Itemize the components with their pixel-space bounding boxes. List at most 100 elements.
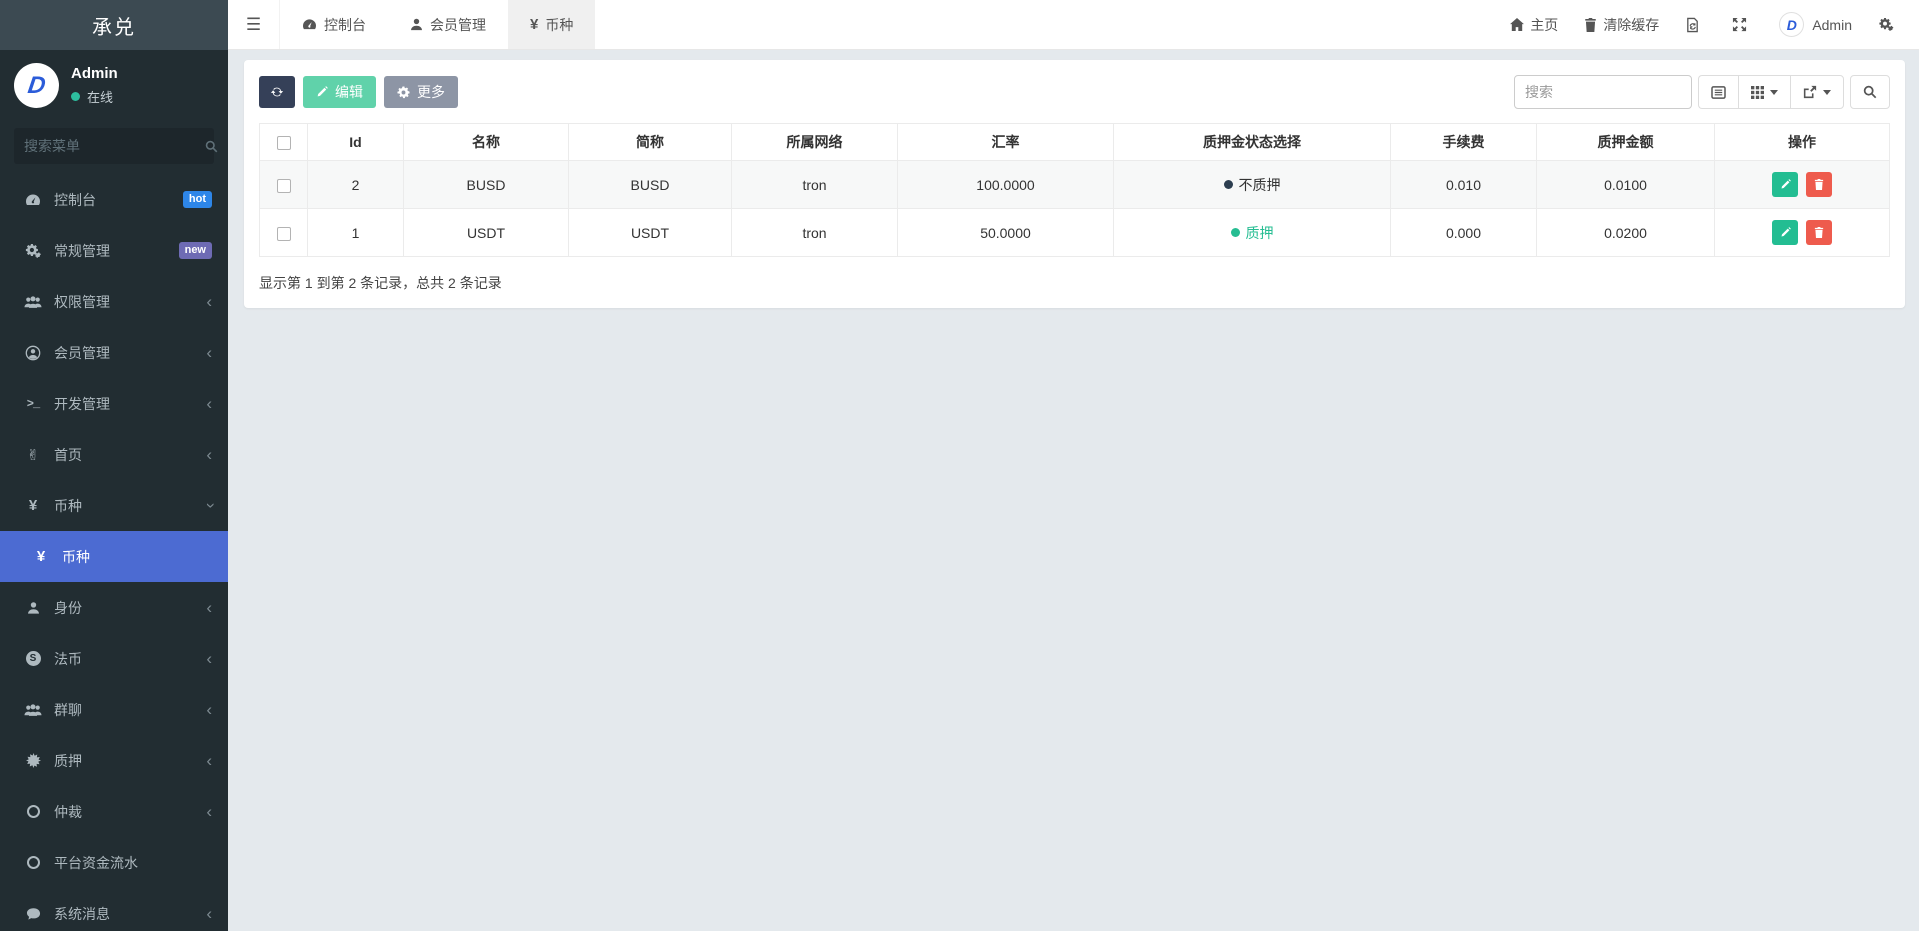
sidebar-item-label: 群聊 <box>54 700 82 720</box>
refresh-icon <box>270 85 284 99</box>
currency-table: Id 名称 简称 所属网络 汇率 质押金状态选择 手续费 质押金额 操作 2 B… <box>259 123 1890 257</box>
cell-actions <box>1715 209 1890 257</box>
table-row[interactable]: 2 BUSD BUSD tron 100.0000 不质押 0.010 0.01… <box>260 161 1890 209</box>
navbar-right: 主页 清除缓存 D Admin <box>1484 0 1919 49</box>
edit-button[interactable]: 编辑 <box>303 76 376 108</box>
chevron-left-icon: ‹ <box>206 701 212 718</box>
user-icon <box>20 601 46 615</box>
tab-member[interactable]: 会员管理 <box>388 0 508 49</box>
record-summary: 显示第 1 到第 2 条记录，总共 2 条记录 <box>259 273 1890 293</box>
sidebar-search <box>14 128 214 164</box>
export-button[interactable] <box>1790 75 1844 109</box>
select-all-checkbox[interactable] <box>277 136 291 150</box>
tab-currency[interactable]: ¥ 币种 <box>508 0 595 49</box>
table-search-input[interactable] <box>1514 75 1692 109</box>
chevron-left-icon: ‹ <box>206 395 212 412</box>
dashboard-icon <box>302 18 317 31</box>
sidebar-item-system-message[interactable]: 系统消息 ‹ <box>0 888 228 931</box>
top-navbar: ☰ 控制台 会员管理 ¥ 币种 主页 <box>228 0 1919 50</box>
fullscreen-icon <box>1732 17 1747 32</box>
online-dot-icon <box>71 92 80 101</box>
status-dot-icon <box>1224 180 1233 189</box>
new-badge: new <box>179 242 212 259</box>
cell-deposit: 0.0200 <box>1537 209 1715 257</box>
sidebar-item-currency[interactable]: ¥ 币种 ‹ <box>0 480 228 531</box>
sidebar-item-label: 法币 <box>54 649 82 669</box>
user-status-label: 在线 <box>87 87 113 106</box>
view-toggle-button[interactable] <box>1698 75 1738 109</box>
row-select-cell <box>260 161 308 209</box>
yen-icon: ¥ <box>28 548 54 565</box>
sidebar-item-home[interactable]: ✌ 首页 ‹ <box>0 429 228 480</box>
clear-cache-link[interactable]: 清除缓存 <box>1584 15 1659 35</box>
sidebar-item-fiat[interactable]: S 法币 ‹ <box>0 633 228 684</box>
sidebar-subitem-currency[interactable]: ¥ 币种 <box>0 531 228 582</box>
user-status: 在线 <box>71 87 118 106</box>
search-submit-button[interactable] <box>1850 75 1890 109</box>
sidebar-item-label: 币种 <box>54 496 82 516</box>
more-button[interactable]: 更多 <box>384 76 458 108</box>
chevron-left-icon: ‹ <box>206 344 212 361</box>
user-icon <box>410 18 423 31</box>
file-sync-button[interactable] <box>1685 17 1706 33</box>
cell-network: tron <box>732 209 898 257</box>
sidebar-item-auth[interactable]: 权限管理 ‹ <box>0 276 228 327</box>
edit-row-button[interactable] <box>1772 172 1798 197</box>
export-icon <box>1803 85 1817 99</box>
status-dot-icon <box>1231 228 1240 237</box>
sidebar-item-member[interactable]: 会员管理 ‹ <box>0 327 228 378</box>
sidebar-item-groupchat[interactable]: 群聊 ‹ <box>0 684 228 735</box>
table-row[interactable]: 1 USDT USDT tron 50.0000 质押 0.000 0.0200 <box>260 209 1890 257</box>
refresh-button[interactable] <box>259 76 295 108</box>
select-all-cell <box>260 124 308 161</box>
tab-console[interactable]: 控制台 <box>280 0 388 49</box>
sidebar-search-input[interactable] <box>24 138 205 154</box>
gear-icon <box>397 86 410 99</box>
avatar[interactable]: D <box>14 63 59 108</box>
column-header-network: 所属网络 <box>732 124 898 161</box>
search-icon <box>205 140 218 153</box>
main-content: 编辑 更多 <box>228 50 1919 931</box>
chevron-left-icon: ‹ <box>206 599 212 616</box>
home-link[interactable]: 主页 <box>1510 15 1558 35</box>
sidebar-item-label: 首页 <box>54 445 82 465</box>
sidebar-item-arbitration[interactable]: 仲裁 ‹ <box>0 786 228 837</box>
sidebar-item-identity[interactable]: 身份 ‹ <box>0 582 228 633</box>
sidebar-item-console[interactable]: 控制台 hot <box>0 174 228 225</box>
sidebar-item-label: 权限管理 <box>54 292 110 312</box>
delete-row-button[interactable] <box>1806 172 1832 197</box>
chevron-left-icon: ‹ <box>206 803 212 820</box>
pencil-icon <box>316 86 328 98</box>
cell-fee: 0.000 <box>1391 209 1537 257</box>
chevron-down-icon: ‹ <box>201 503 218 509</box>
cell-rate: 100.0000 <box>898 161 1114 209</box>
row-checkbox[interactable] <box>277 227 291 241</box>
chevron-left-icon: ‹ <box>206 293 212 310</box>
chevron-left-icon: ‹ <box>206 446 212 463</box>
sidebar-item-label: 质押 <box>54 751 82 771</box>
circle-outline-icon <box>20 805 46 818</box>
file-sync-icon <box>1685 17 1700 33</box>
column-header-abbr: 简称 <box>569 124 732 161</box>
cell-abbr: USDT <box>569 209 732 257</box>
sidebar-item-platform-flow[interactable]: 平台资金流水 <box>0 837 228 888</box>
columns-button[interactable] <box>1738 75 1790 109</box>
edit-row-button[interactable] <box>1772 220 1798 245</box>
sidebar: 承兑 D Admin 在线 控制台 hot 常规管理 <box>0 0 228 931</box>
menu-toggle-button[interactable]: ☰ <box>228 0 280 49</box>
clear-cache-label: 清除缓存 <box>1603 15 1659 35</box>
user-menu[interactable]: D Admin <box>1779 12 1852 37</box>
sidebar-item-dev[interactable]: >_ 开发管理 ‹ <box>0 378 228 429</box>
row-checkbox[interactable] <box>277 179 291 193</box>
settings-button[interactable] <box>1878 17 1901 32</box>
column-header-deposit: 质押金额 <box>1537 124 1715 161</box>
delete-row-button[interactable] <box>1806 220 1832 245</box>
table-header-row: Id 名称 简称 所属网络 汇率 质押金状态选择 手续费 质押金额 操作 <box>260 124 1890 161</box>
row-select-cell <box>260 209 308 257</box>
column-header-name: 名称 <box>404 124 569 161</box>
sidebar-item-pledge[interactable]: 质押 ‹ <box>0 735 228 786</box>
sidebar-item-general[interactable]: 常规管理 new <box>0 225 228 276</box>
fullscreen-button[interactable] <box>1732 17 1753 32</box>
column-header-pledge-status: 质押金状态选择 <box>1114 124 1391 161</box>
cell-network: tron <box>732 161 898 209</box>
